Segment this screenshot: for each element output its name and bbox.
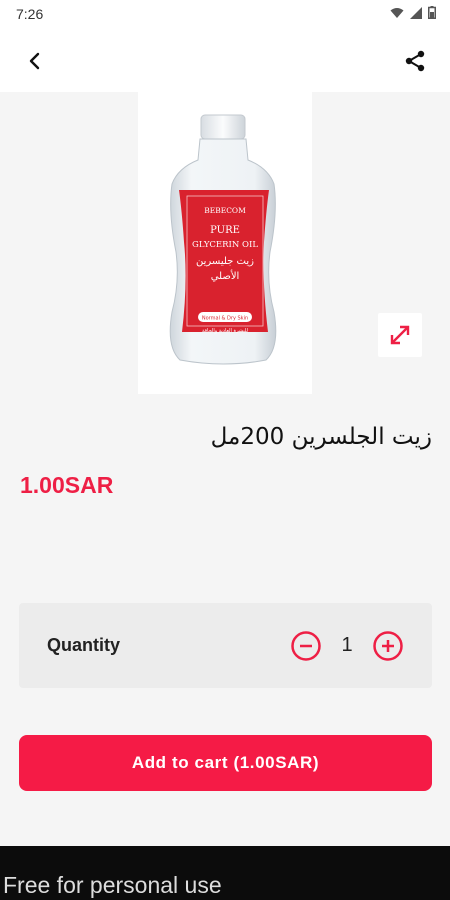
product-image[interactable]: BEBECOM PURE GLYCERIN OIL زيت جليسرين ال… [138,92,312,394]
label-arabic-small: للبشرة العادية والجافة [202,328,248,334]
label-arabic-line2: الأصلي [211,269,240,282]
chevron-left-icon [29,52,40,70]
expand-icon [390,325,410,345]
label-name-line2: GLYCERIN OIL [192,240,258,250]
signal-icon [410,6,422,19]
share-button[interactable] [400,46,430,76]
quantity-label: Quantity [47,635,121,655]
increase-quantity-button[interactable] [372,630,404,662]
app-bar [0,28,450,92]
quantity-value: 1 [341,634,353,656]
status-bar: 7:26 [0,0,450,28]
footer-banner: Free for personal use [0,846,450,900]
minus-circle-icon [291,631,321,661]
label-name-line1: PURE [210,225,240,236]
label-brand: BEBECOM [204,206,246,215]
glycerin-bottle-illustration: BEBECOM PURE GLYCERIN OIL زيت جليسرين ال… [169,114,277,365]
product-title: زيت الجلسرين 200مل [210,424,432,450]
wifi-icon [390,7,404,18]
battery-icon [428,6,436,19]
status-icons [390,6,436,19]
quantity-card: Quantity 1 [19,603,432,688]
decrease-quantity-button[interactable] [290,630,322,662]
status-time: 7:26 [16,6,44,22]
plus-circle-icon [373,631,403,661]
label-arabic-line1: زيت جليسرين [196,256,254,267]
expand-image-button[interactable] [378,313,422,357]
share-icon [405,50,425,72]
add-to-cart-button[interactable]: Add to cart (1.00SAR) [19,735,432,791]
footer-text: Free for personal use [3,872,222,898]
back-button[interactable] [20,46,50,76]
product-price: 1.00SAR [20,472,114,498]
label-skin: Normal & Dry Skin [202,316,248,322]
